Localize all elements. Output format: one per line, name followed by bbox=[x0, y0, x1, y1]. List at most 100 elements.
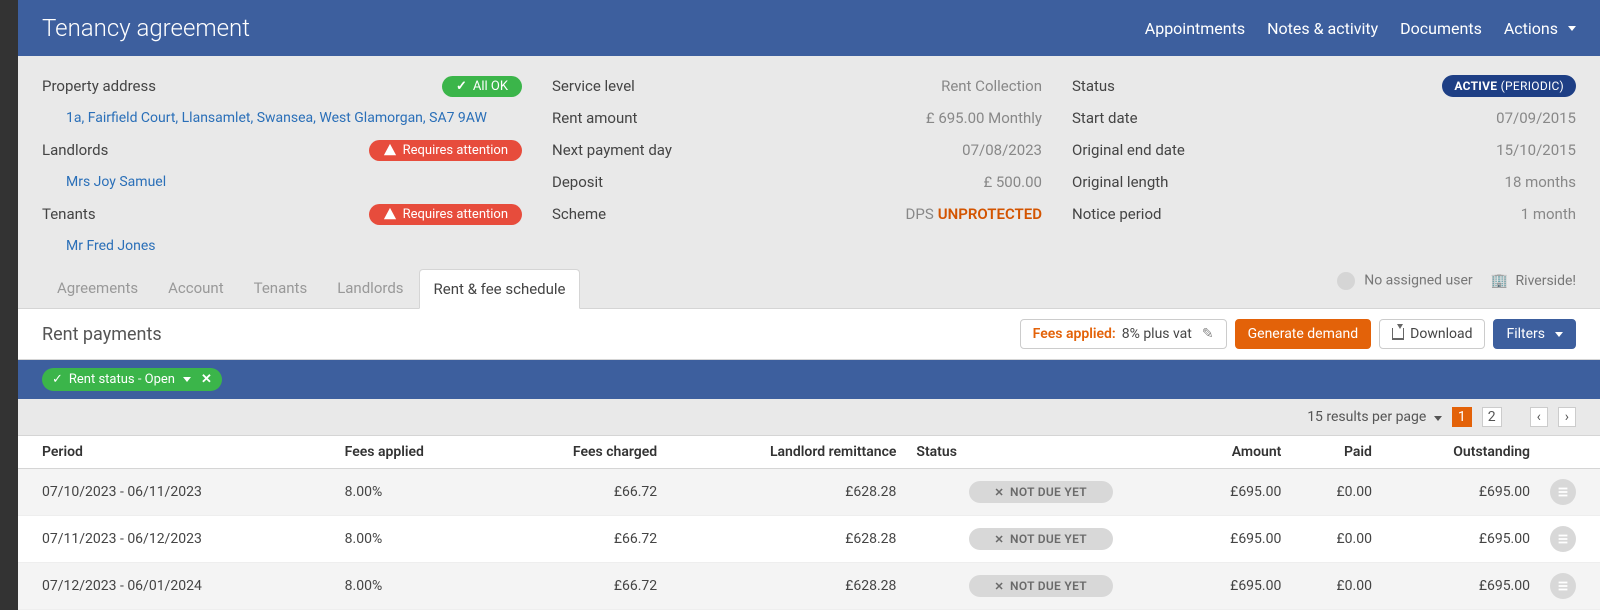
col-period: Period bbox=[18, 436, 335, 469]
cell-outstanding: £695.00 bbox=[1382, 516, 1540, 563]
cell-amount: £695.00 bbox=[1175, 516, 1291, 563]
status-not-due-yet: NOT DUE YET bbox=[969, 528, 1113, 550]
cell-period: 07/12/2023 - 06/01/2024 bbox=[18, 563, 335, 610]
pencil-icon bbox=[1198, 326, 1214, 342]
table-row: 07/10/2023 - 06/11/20238.00%£66.72£628.2… bbox=[18, 469, 1600, 516]
scheme-label: Scheme bbox=[552, 205, 606, 223]
nav-actions-dropdown[interactable]: Actions bbox=[1504, 19, 1576, 38]
cell-fees-applied: 8.00% bbox=[335, 563, 497, 610]
cell-status: NOT DUE YET bbox=[906, 563, 1175, 610]
filter-chip-rent-status[interactable]: ✓ Rent status - Open ✕ bbox=[42, 368, 222, 391]
download-button[interactable]: Download bbox=[1379, 319, 1485, 349]
notice-period-value: 1 month bbox=[1521, 205, 1576, 223]
status-pill: ACTIVE (PERIODIC) bbox=[1442, 75, 1576, 97]
summary-mid: Service levelRent Collection Rent amount… bbox=[552, 74, 1042, 266]
cell-amount: £695.00 bbox=[1175, 563, 1291, 610]
pagination-bar: 15 results per page 1 2 ‹ › bbox=[18, 399, 1600, 436]
panel-header: Rent payments Fees applied: 8% plus vat … bbox=[18, 308, 1600, 360]
row-menu-button[interactable] bbox=[1550, 573, 1576, 599]
tenants-attention-badge: Requires attention bbox=[369, 204, 522, 225]
cell-amount: £695.00 bbox=[1175, 469, 1291, 516]
tab-rent-fee-schedule[interactable]: Rent & fee schedule bbox=[419, 269, 581, 309]
cell-period: 07/11/2023 - 06/12/2023 bbox=[18, 516, 335, 563]
filter-chip-bar: ✓ Rent status - Open ✕ bbox=[18, 360, 1600, 399]
cell-outstanding: £695.00 bbox=[1382, 563, 1540, 610]
cell-fees-charged: £66.72 bbox=[497, 563, 667, 610]
next-page-button[interactable]: › bbox=[1558, 407, 1576, 427]
cell-actions bbox=[1540, 516, 1600, 563]
results-per-page-dropdown[interactable]: 15 results per page bbox=[1307, 409, 1442, 425]
filters-dropdown[interactable]: Filters bbox=[1493, 319, 1576, 349]
cell-paid: £0.00 bbox=[1291, 516, 1382, 563]
tab-tenants[interactable]: Tenants bbox=[239, 268, 323, 308]
original-length-label: Original length bbox=[1072, 173, 1168, 191]
start-date-label: Start date bbox=[1072, 109, 1138, 127]
status-not-due-yet: NOT DUE YET bbox=[969, 481, 1113, 503]
service-level-value: Rent Collection bbox=[941, 77, 1042, 95]
page-2[interactable]: 2 bbox=[1482, 407, 1502, 427]
cell-fees-charged: £66.72 bbox=[497, 469, 667, 516]
tenants-label: Tenants bbox=[42, 205, 96, 223]
rent-amount-label: Rent amount bbox=[552, 109, 637, 127]
prev-page-button[interactable]: ‹ bbox=[1530, 407, 1548, 427]
page-1[interactable]: 1 bbox=[1452, 407, 1472, 427]
original-end-value: 15/10/2015 bbox=[1496, 141, 1576, 159]
original-length-value: 18 months bbox=[1505, 173, 1576, 191]
summary-panel: Property address All OK 1a, Fairfield Co… bbox=[18, 56, 1600, 266]
chevron-down-icon bbox=[1555, 332, 1563, 337]
landlord-name-link[interactable]: Mrs Joy Samuel bbox=[54, 174, 166, 190]
status-not-due-yet: NOT DUE YET bbox=[969, 575, 1113, 597]
rent-amount-value: £ 695.00 Monthly bbox=[926, 109, 1042, 127]
remove-chip-icon[interactable]: ✕ bbox=[201, 372, 212, 387]
cell-fees-charged: £66.72 bbox=[497, 516, 667, 563]
chevron-down-icon bbox=[1568, 26, 1576, 31]
status-label: Status bbox=[1072, 77, 1115, 95]
summary-right: Status ACTIVE (PERIODIC) Start date 07/09… bbox=[1072, 74, 1576, 266]
next-payment-value: 07/08/2023 bbox=[962, 141, 1042, 159]
check-icon bbox=[456, 79, 467, 94]
col-outstanding: Outstanding bbox=[1382, 436, 1540, 469]
chevron-down-icon bbox=[1434, 416, 1442, 421]
office-link[interactable]: 🏢 Riverside! bbox=[1491, 273, 1576, 290]
check-icon: ✓ bbox=[52, 372, 63, 387]
row-menu-button[interactable] bbox=[1550, 526, 1576, 552]
col-paid: Paid bbox=[1291, 436, 1382, 469]
panel-title: Rent payments bbox=[42, 324, 162, 345]
rent-payments-table: Period Fees applied Fees charged Landlor… bbox=[18, 436, 1600, 610]
fees-applied-button[interactable]: Fees applied: 8% plus vat bbox=[1020, 319, 1227, 349]
cell-remittance: £628.28 bbox=[667, 516, 906, 563]
row-menu-button[interactable] bbox=[1550, 479, 1576, 505]
landlords-attention-badge: Requires attention bbox=[369, 140, 522, 161]
deposit-value: £ 500.00 bbox=[983, 173, 1042, 191]
warning-icon bbox=[383, 143, 397, 157]
tenant-name-link[interactable]: Mr Fred Jones bbox=[54, 238, 156, 254]
notice-period-label: Notice period bbox=[1072, 205, 1161, 223]
nav-appointments[interactable]: Appointments bbox=[1145, 19, 1245, 38]
cell-remittance: £628.28 bbox=[667, 563, 906, 610]
assigned-user[interactable]: No assigned user bbox=[1337, 272, 1473, 290]
cell-period: 07/10/2023 - 06/11/2023 bbox=[18, 469, 335, 516]
col-amount: Amount bbox=[1175, 436, 1291, 469]
col-actions bbox=[1540, 436, 1600, 469]
tab-landlords[interactable]: Landlords bbox=[322, 268, 418, 308]
col-remittance: Landlord remittance bbox=[667, 436, 906, 469]
table-row: 07/11/2023 - 06/12/20238.00%£66.72£628.2… bbox=[18, 516, 1600, 563]
start-date-value: 07/09/2015 bbox=[1496, 109, 1576, 127]
header-nav: Appointments Notes & activity Documents … bbox=[1145, 19, 1576, 38]
nav-documents[interactable]: Documents bbox=[1400, 19, 1482, 38]
x-icon bbox=[995, 579, 1005, 593]
tab-account[interactable]: Account bbox=[153, 268, 239, 308]
deposit-label: Deposit bbox=[552, 173, 603, 191]
property-address-link[interactable]: 1a, Fairfield Court, Llansamlet, Swansea… bbox=[54, 110, 487, 126]
header-bar: Tenancy agreement Appointments Notes & a… bbox=[18, 0, 1600, 56]
tab-agreements[interactable]: Agreements bbox=[42, 268, 153, 308]
original-end-label: Original end date bbox=[1072, 141, 1185, 159]
generate-demand-button[interactable]: Generate demand bbox=[1235, 319, 1372, 349]
warning-icon bbox=[383, 207, 397, 221]
download-icon bbox=[1392, 328, 1404, 340]
cell-outstanding: £695.00 bbox=[1382, 469, 1540, 516]
col-status: Status bbox=[906, 436, 1175, 469]
nav-notes[interactable]: Notes & activity bbox=[1267, 19, 1378, 38]
col-fees-charged: Fees charged bbox=[497, 436, 667, 469]
cell-status: NOT DUE YET bbox=[906, 516, 1175, 563]
